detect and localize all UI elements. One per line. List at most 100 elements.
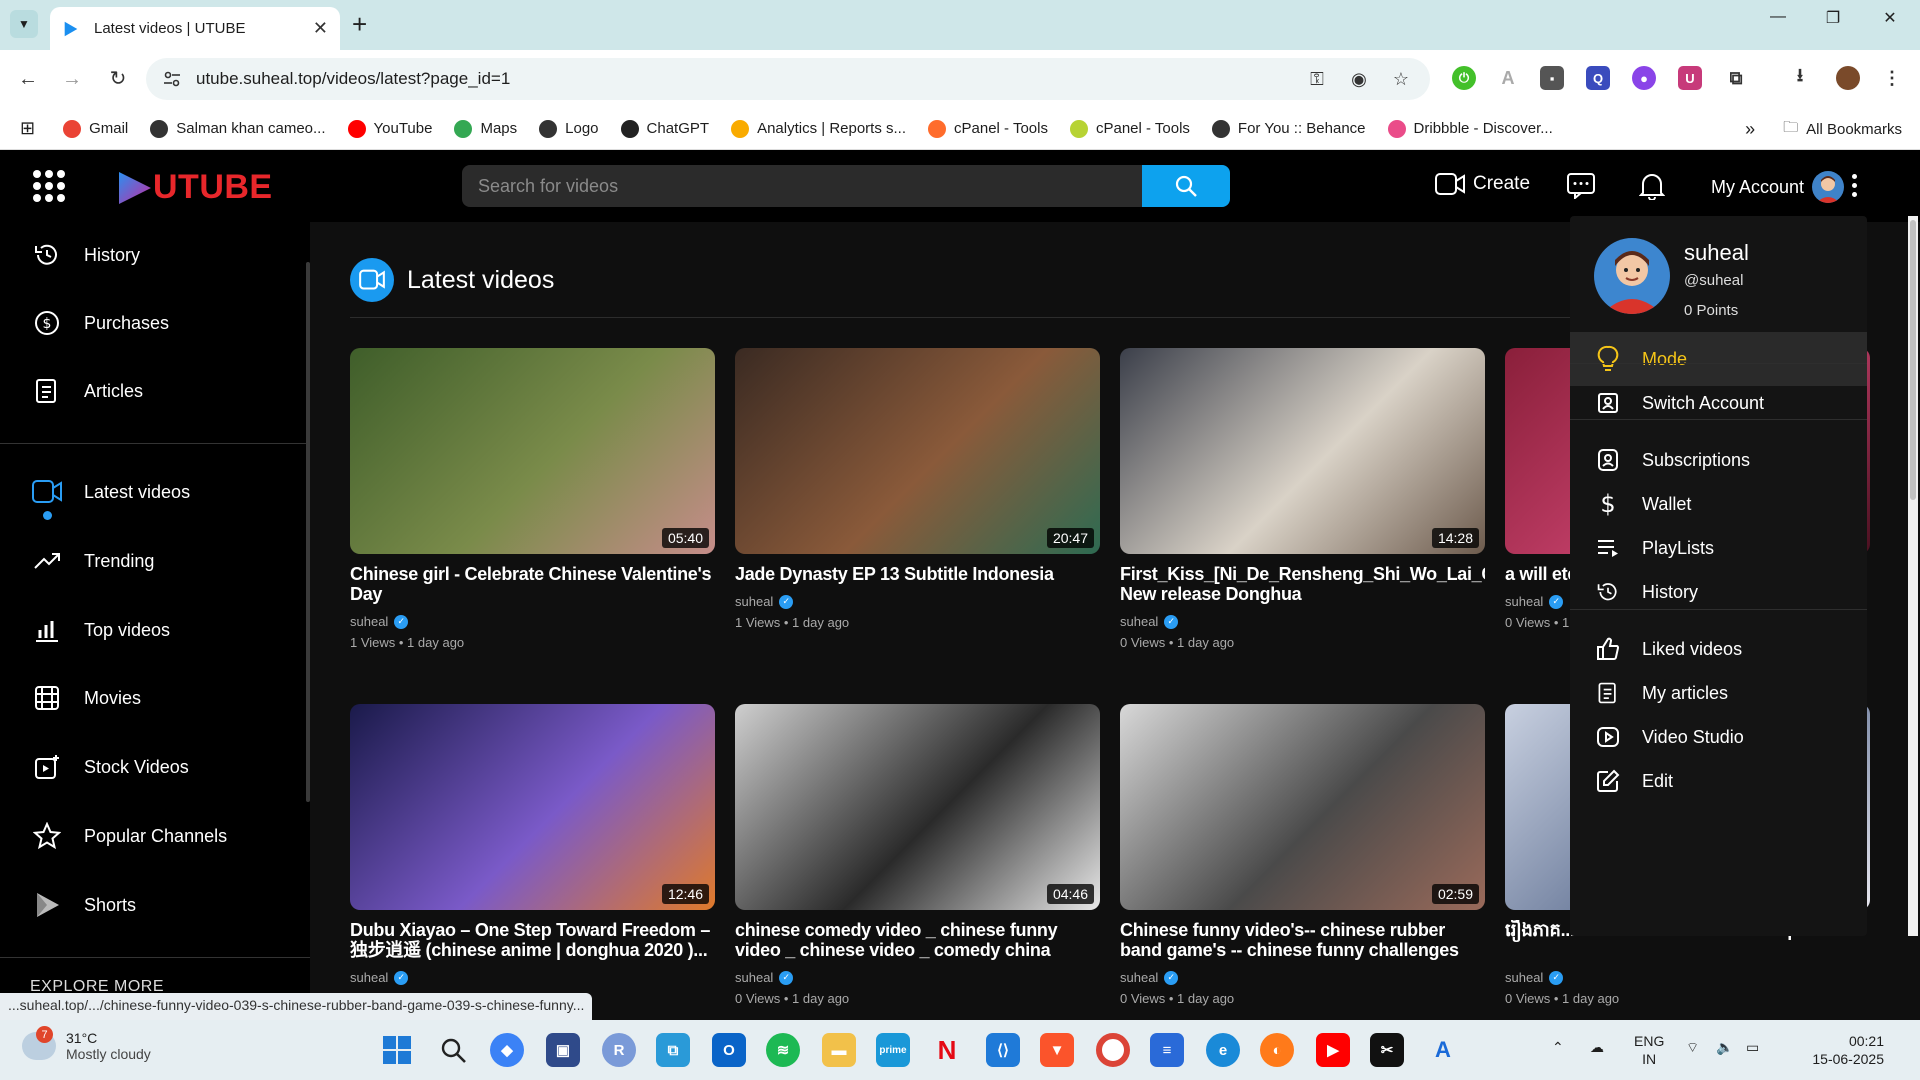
spotify-icon[interactable]: ≋ bbox=[766, 1033, 800, 1067]
channel-link[interactable]: suheal ✓ bbox=[1505, 970, 1870, 985]
video-card[interactable]: 04:46 chinese comedy video _ chinese funn… bbox=[735, 704, 1100, 1006]
search-input[interactable] bbox=[462, 165, 1142, 207]
video-title[interactable]: Chinese funny video's-- chinese rubber b… bbox=[1120, 920, 1485, 960]
menu-item-switch-account[interactable]: Switch Account bbox=[1570, 376, 1867, 430]
weather-widget[interactable]: 7 31°C Mostly cloudy bbox=[22, 1026, 151, 1062]
bookmark-item[interactable]: For You :: Behance bbox=[1211, 119, 1366, 138]
bookmark-item[interactable]: cPanel - Tools bbox=[928, 119, 1048, 138]
video-card[interactable]: 05:40 Chinese girl - Celebrate Chinese Va… bbox=[350, 348, 715, 650]
messages-icon[interactable] bbox=[1565, 170, 1597, 202]
bookmark-item[interactable]: Dribbble - Discover... bbox=[1387, 119, 1553, 138]
prime-video-icon[interactable]: prime bbox=[876, 1033, 910, 1067]
channel-link[interactable]: suheal ✓ bbox=[1120, 970, 1485, 985]
r-app-icon[interactable]: R bbox=[602, 1033, 636, 1067]
video-title[interactable]: Jade Dynasty EP 13 Subtitle Indonesia bbox=[735, 564, 1100, 584]
language-indicator[interactable]: ENG IN bbox=[1634, 1032, 1664, 1068]
apps-icon[interactable]: ⊞ bbox=[20, 118, 35, 139]
back-button[interactable]: ← bbox=[12, 63, 44, 95]
youtube-app-icon[interactable]: ▶ bbox=[1316, 1033, 1350, 1067]
close-tab-icon[interactable]: ✕ bbox=[313, 18, 328, 39]
reload-button[interactable]: ↻ bbox=[102, 63, 134, 95]
video-title[interactable]: Chinese girl - Celebrate Chinese Valenti… bbox=[350, 564, 715, 604]
all-bookmarks-link[interactable]: All Bookmarks bbox=[1806, 121, 1902, 138]
eye-icon[interactable]: ◉ bbox=[1346, 66, 1372, 92]
channel-link[interactable]: suheal ✓ bbox=[350, 614, 715, 629]
tray-overflow-icon[interactable]: ⌃ bbox=[1552, 1038, 1564, 1056]
site-logo[interactable]: UTUBE bbox=[117, 168, 273, 207]
notifications-bell-icon[interactable] bbox=[1636, 170, 1668, 202]
extension-gray-icon[interactable]: ▪ bbox=[1540, 66, 1564, 90]
browser-menu-icon[interactable]: ⋮ bbox=[1880, 66, 1904, 90]
browser-tab[interactable]: Latest videos | UTUBE ✕ bbox=[50, 7, 340, 50]
password-key-icon[interactable]: ⚿ bbox=[1304, 66, 1330, 92]
search-button[interactable] bbox=[1142, 165, 1230, 207]
windows-app-icon[interactable]: ⧉ bbox=[656, 1033, 690, 1067]
battery-icon[interactable]: ▭ bbox=[1746, 1038, 1759, 1056]
bookmark-item[interactable]: Analytics | Reports s... bbox=[731, 119, 906, 138]
video-thumbnail[interactable]: 20:47 bbox=[735, 348, 1100, 554]
windows-start-icon[interactable] bbox=[380, 1033, 414, 1067]
bookmark-item[interactable]: ChatGPT bbox=[620, 119, 709, 138]
extension-a-icon[interactable]: A bbox=[1496, 66, 1520, 90]
channel-link[interactable]: suheal ✓ bbox=[350, 970, 715, 985]
bookmark-star-icon[interactable]: ☆ bbox=[1388, 66, 1414, 92]
apps-menu-icon[interactable] bbox=[33, 170, 65, 202]
sidebar-item-purchases[interactable]: $ Purchases bbox=[0, 296, 310, 350]
bookmark-item[interactable]: Logo bbox=[539, 119, 599, 138]
extension-shield-icon[interactable]: U bbox=[1678, 66, 1702, 90]
more-bookmarks-icon[interactable]: » bbox=[1745, 119, 1755, 140]
site-info-icon[interactable] bbox=[162, 69, 182, 89]
bookmark-item[interactable]: YouTube bbox=[347, 119, 432, 138]
bookmark-item[interactable]: cPanel - Tools bbox=[1069, 119, 1190, 138]
video-title[interactable]: chinese comedy video _ chinese funny vid… bbox=[735, 920, 1100, 960]
sidebar-item-top-videos[interactable]: Top videos bbox=[0, 603, 310, 657]
video-thumbnail[interactable]: 14:28 bbox=[1120, 348, 1485, 554]
brave-icon[interactable]: ▼ bbox=[1040, 1033, 1074, 1067]
video-title[interactable]: First_Kiss_[Ni_De_Rensheng_Shi_Wo_Lai_Ch… bbox=[1120, 564, 1485, 604]
wifi-icon[interactable]: ⌔ bbox=[1686, 1038, 1699, 1056]
taskbar-search-icon[interactable] bbox=[436, 1033, 470, 1067]
capcut-icon[interactable]: ✂ bbox=[1370, 1033, 1404, 1067]
translator-icon[interactable]: A bbox=[1426, 1033, 1460, 1067]
extension-green-icon[interactable]: ⏻ bbox=[1452, 66, 1476, 90]
channel-link[interactable]: suheal ✓ bbox=[735, 970, 1100, 985]
video-card[interactable]: 14:28 First_Kiss_[Ni_De_Rensheng_Shi_Wo_L… bbox=[1120, 348, 1485, 650]
channel-link[interactable]: suheal ✓ bbox=[735, 594, 1100, 609]
sidebar-item-stock-videos[interactable]: Stock Videos bbox=[0, 740, 310, 794]
sidebar-item-shorts[interactable]: Shorts bbox=[0, 878, 310, 932]
extension-purple-icon[interactable]: ● bbox=[1632, 66, 1656, 90]
firefox-icon[interactable]: ◐ bbox=[1260, 1033, 1294, 1067]
video-card[interactable]: 12:46 Dubu Xiayao – One Step Toward Freed… bbox=[350, 704, 715, 985]
sidebar-item-trending[interactable]: Trending bbox=[0, 534, 310, 588]
vscode-icon[interactable]: ⟨⟩ bbox=[986, 1033, 1020, 1067]
edge-icon[interactable]: e bbox=[1206, 1033, 1240, 1067]
video-thumbnail[interactable]: 02:59 bbox=[1120, 704, 1485, 910]
sidebar-item-popular-channels[interactable]: Popular Channels bbox=[0, 809, 310, 863]
profile-avatar[interactable] bbox=[1594, 238, 1670, 314]
clock[interactable]: 00:21 15-06-2025 bbox=[1784, 1032, 1884, 1068]
sidebar-item-history[interactable]: History bbox=[0, 228, 310, 282]
menu-item-history[interactable]: History bbox=[1570, 565, 1867, 619]
create-button[interactable]: Create bbox=[1435, 172, 1530, 196]
file-explorer-icon[interactable]: ▬ bbox=[822, 1033, 856, 1067]
close-window-button[interactable]: ✕ bbox=[1870, 8, 1910, 28]
sidebar-item-articles[interactable]: Articles bbox=[0, 364, 310, 418]
video-thumbnail[interactable]: 05:40 bbox=[350, 348, 715, 554]
onedrive-icon[interactable]: ☁ bbox=[1590, 1038, 1604, 1056]
video-thumbnail[interactable]: 12:46 bbox=[350, 704, 715, 910]
video-card[interactable]: 02:59 Chinese funny video's-- chinese rub… bbox=[1120, 704, 1485, 1006]
volume-muted-icon[interactable]: 🔈 bbox=[1716, 1038, 1733, 1056]
forward-button[interactable]: → bbox=[56, 63, 88, 95]
menu-item-edit[interactable]: Edit bbox=[1570, 754, 1867, 808]
channel-link[interactable]: suheal ✓ bbox=[1120, 614, 1485, 629]
more-options-icon[interactable] bbox=[1852, 174, 1858, 201]
bookmark-item[interactable]: Maps bbox=[454, 119, 517, 138]
tab-search-button[interactable]: ▼ bbox=[10, 10, 38, 38]
restore-button[interactable]: ❐ bbox=[1813, 8, 1853, 28]
chrome-icon[interactable] bbox=[1096, 1033, 1130, 1067]
dropdown-scrollbar[interactable] bbox=[1908, 216, 1918, 936]
profile-avatar-icon[interactable] bbox=[1836, 66, 1860, 90]
video-card[interactable]: 20:47 Jade Dynasty EP 13 Subtitle Indones… bbox=[735, 348, 1100, 630]
outlook-icon[interactable]: O bbox=[712, 1033, 746, 1067]
extension-q-icon[interactable]: Q bbox=[1586, 66, 1610, 90]
